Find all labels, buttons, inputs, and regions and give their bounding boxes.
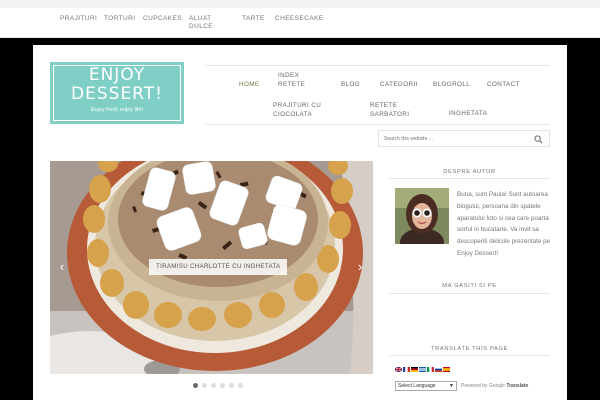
topnav-item-prajituri[interactable]: PRAJITURI	[60, 15, 97, 23]
language-select-value: Select Language	[398, 383, 436, 389]
nav-item-inghetata[interactable]: INGHETATA	[449, 110, 487, 119]
language-select[interactable]: Select Language ▼	[395, 381, 457, 391]
topnav-item-aluat-dulce[interactable]: ALUAT DULCE	[189, 15, 213, 31]
slider-dot[interactable]	[238, 383, 243, 388]
top-strip	[0, 0, 600, 8]
author-photo	[395, 188, 449, 244]
author-avatar	[395, 188, 449, 244]
nav-item-blog[interactable]: BLOG	[341, 81, 360, 90]
about-title-underline	[389, 178, 550, 179]
translate-label: Translate	[506, 383, 529, 389]
flag-ru-icon[interactable]	[435, 367, 442, 372]
nav-divider-bottom	[205, 124, 550, 125]
find-me-title: MA GASITI SI PE	[442, 283, 497, 289]
top-nav-bar: PRAJITURI TORTURI CUPCAKES ALUAT DULCE T…	[0, 8, 600, 38]
nav-item-index-retete[interactable]: INDEX RETETE	[278, 72, 305, 89]
nav-item-blogroll[interactable]: BLOGROLL	[433, 81, 470, 90]
chevron-down-icon: ▼	[449, 383, 454, 389]
flag-es-icon[interactable]	[443, 367, 450, 372]
slider-dot[interactable]	[193, 383, 198, 388]
about-author-title: DESPRE AUTOR	[443, 169, 496, 175]
nav-item-categorii[interactable]: CATEGORII	[380, 81, 418, 90]
flag-gr-icon[interactable]	[419, 367, 426, 372]
powered-by-label: Powered by	[461, 383, 488, 389]
slider-dot[interactable]	[202, 383, 207, 388]
translate-title: TRANSLATE THIS PAGE	[430, 346, 509, 352]
google-label: Google	[488, 383, 505, 389]
powered-by-google[interactable]: Powered by Google Translate	[461, 383, 528, 389]
author-bio: Buna, sunt Paula! Sunt autoarea blogului…	[457, 191, 551, 257]
slider-dot[interactable]	[229, 383, 234, 388]
logo-title: ENJOY DESSERT!	[71, 65, 163, 104]
translate-underline	[389, 355, 550, 356]
topnav-item-tarte[interactable]: TARTE	[242, 15, 265, 23]
nav-item-contact[interactable]: CONTACT	[487, 81, 520, 90]
slider-prev-icon[interactable]: ‹	[56, 260, 68, 274]
topnav-item-torturi[interactable]: TORTURI	[104, 15, 135, 23]
flag-fr-icon[interactable]	[403, 367, 410, 372]
slide-caption[interactable]: TIRAMISU CHARLOTTE CU INGHETATA	[149, 259, 288, 275]
search-icon[interactable]	[534, 135, 543, 144]
flag-it-icon[interactable]	[427, 367, 434, 372]
slider-dot[interactable]	[211, 383, 216, 388]
nav-divider-top	[205, 65, 550, 66]
find-me-underline	[389, 293, 550, 294]
search-input[interactable]	[384, 134, 524, 144]
language-flags	[395, 367, 450, 372]
logo-tagline: Enjoy food, enjoy life!	[90, 107, 144, 113]
nav-item-retete-sarbatori[interactable]: RETETE SARBATORI	[370, 102, 409, 119]
nav-item-home[interactable]: HOME	[239, 81, 260, 90]
topnav-item-aluat-dulce-label: ALUAT DULCE	[189, 15, 214, 30]
topnav-item-cupcakes[interactable]: CUPCAKES	[143, 15, 182, 23]
slider-dot[interactable]	[220, 383, 225, 388]
search-box	[378, 130, 550, 147]
flag-uk-icon[interactable]	[395, 367, 402, 372]
page-container: ENJOY DESSERT! Enjoy food, enjoy life! H…	[33, 45, 567, 400]
slider-pagination	[193, 383, 243, 389]
flag-de-icon[interactable]	[411, 367, 418, 372]
featured-slider[interactable]: TIRAMISU CHARLOTTE CU INGHETATA ‹ ›	[50, 161, 373, 374]
topnav-item-cheesecake[interactable]: CHEESECAKE	[275, 15, 323, 23]
nav-item-prajituri-cu-ciocolata[interactable]: PRAJITURI CU CIOCOLATA	[273, 102, 321, 119]
site-logo[interactable]: ENJOY DESSERT! Enjoy food, enjoy life!	[50, 62, 184, 124]
slider-next-icon[interactable]: ›	[354, 260, 366, 274]
